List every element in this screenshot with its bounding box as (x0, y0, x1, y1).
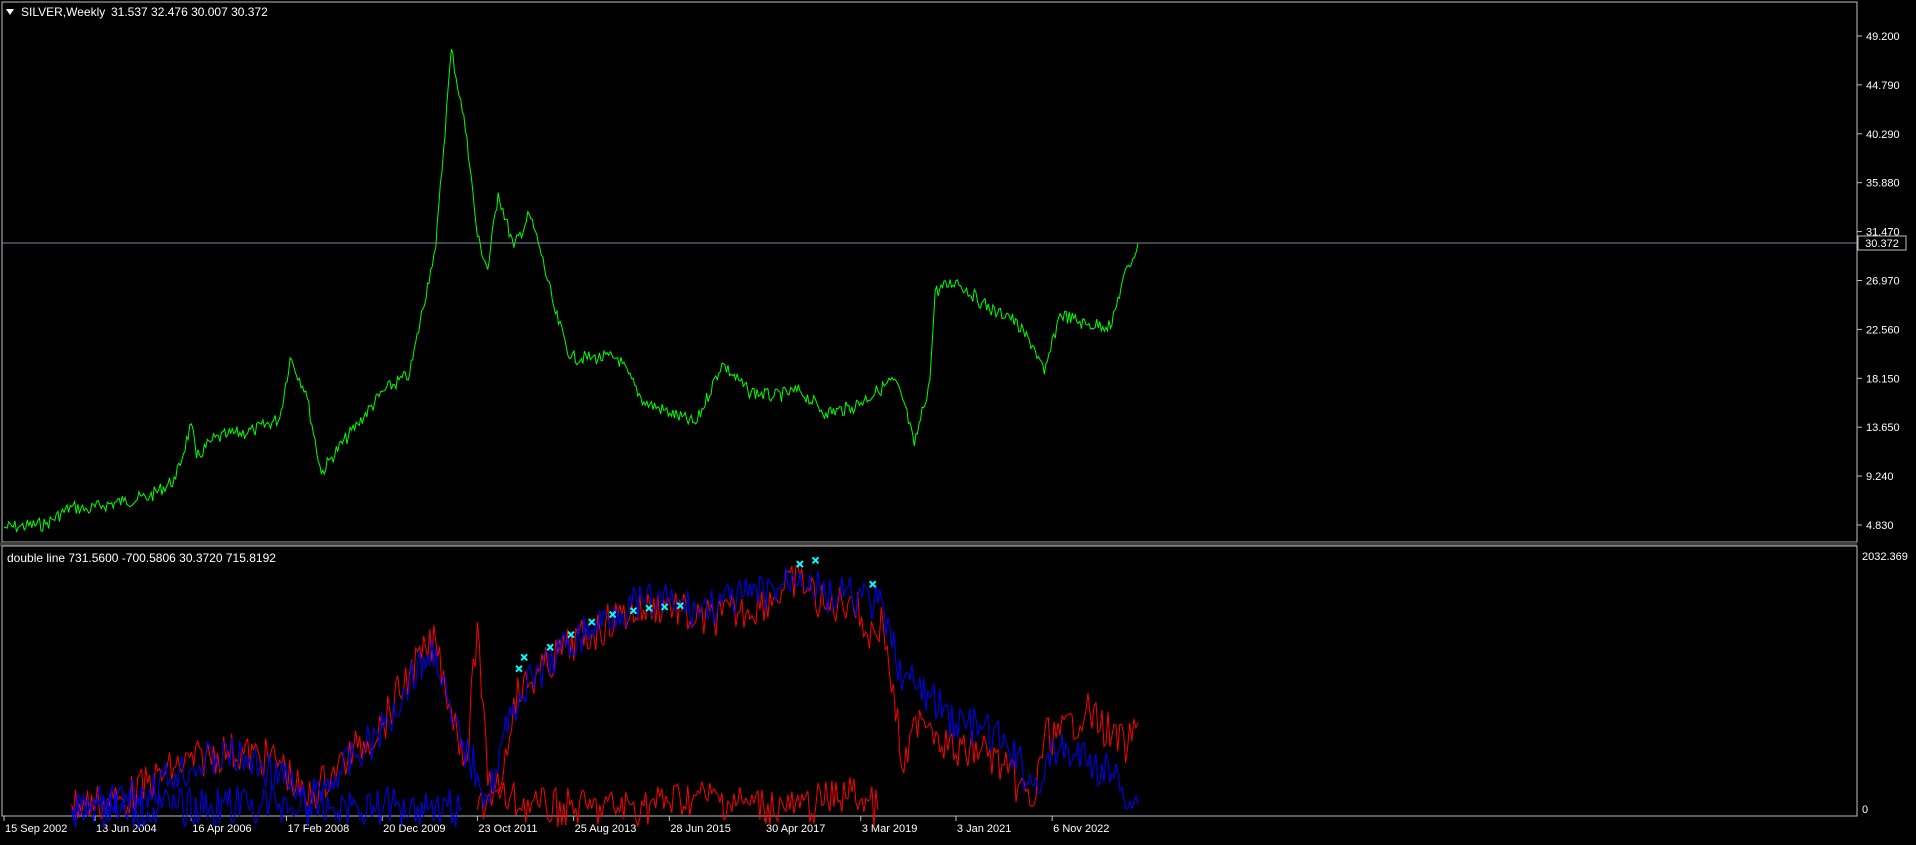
y-tick-label: 4.830 (1866, 520, 1894, 532)
symbol-label: SILVER,Weekly (21, 5, 105, 19)
x-tick-label: 16 Apr 2006 (192, 823, 251, 835)
x-tick-label: 20 Dec 2009 (383, 823, 445, 835)
y-tick-label: 22.560 (1866, 324, 1900, 336)
y-tick-label: 40.290 (1866, 129, 1900, 141)
y-tick-label: 13.650 (1866, 422, 1900, 434)
ohlc-values: 31.537 32.476 30.007 30.372 (111, 5, 268, 19)
sub-panel-frame (1, 545, 1858, 817)
x-tick-label: 3 Jan 2021 (957, 823, 1011, 835)
y-tick-label: 35.880 (1866, 178, 1900, 190)
x-tick-label: 3 Mar 2019 (862, 823, 918, 835)
x-tick-label: 13 Jun 2004 (96, 823, 157, 835)
current-price-label: 30.372 (1865, 238, 1899, 250)
x-tick-label: 17 Feb 2008 (287, 823, 349, 835)
x-tick-label: 6 Nov 2022 (1053, 823, 1109, 835)
y-tick-label: 44.790 (1866, 80, 1900, 92)
main-panel-frame (1, 1, 1858, 543)
y-tick-label: 9.240 (1866, 471, 1894, 483)
sub-scale-bottom: 0 (1862, 804, 1868, 816)
chart-canvas: 49.20044.79040.29035.88031.47026.97022.5… (0, 1, 1908, 835)
chart-window: 49.200 44.790 40.290 35.880 31.470 26.970 22.5… (0, 0, 1916, 840)
y-tick-label: 18.150 (1866, 373, 1900, 385)
panel-divider[interactable] (0, 542, 1857, 546)
x-tick-label: 30 Apr 2017 (766, 823, 825, 835)
y-tick-label: 49.200 (1866, 31, 1900, 43)
y-tick-label: 26.970 (1866, 276, 1900, 288)
main-y-axis: 49.20044.79040.29035.88031.47026.97022.5… (1857, 31, 1900, 532)
x-tick-label: 15 Sep 2002 (5, 823, 67, 835)
x-axis: 15 Sep 2002 13 Jun 2004 16 Apr 2006 17 Feb … (3, 816, 1109, 835)
x-tick-label: 28 Jun 2015 (670, 823, 731, 835)
x-tick-label: 25 Aug 2013 (575, 823, 637, 835)
x-tick-label: 23 Oct 2011 (478, 823, 537, 835)
sub-scale-top: 2032.369 (1862, 551, 1908, 563)
indicator-label: double line 731.5600 -700.5806 30.3720 7… (7, 551, 276, 565)
